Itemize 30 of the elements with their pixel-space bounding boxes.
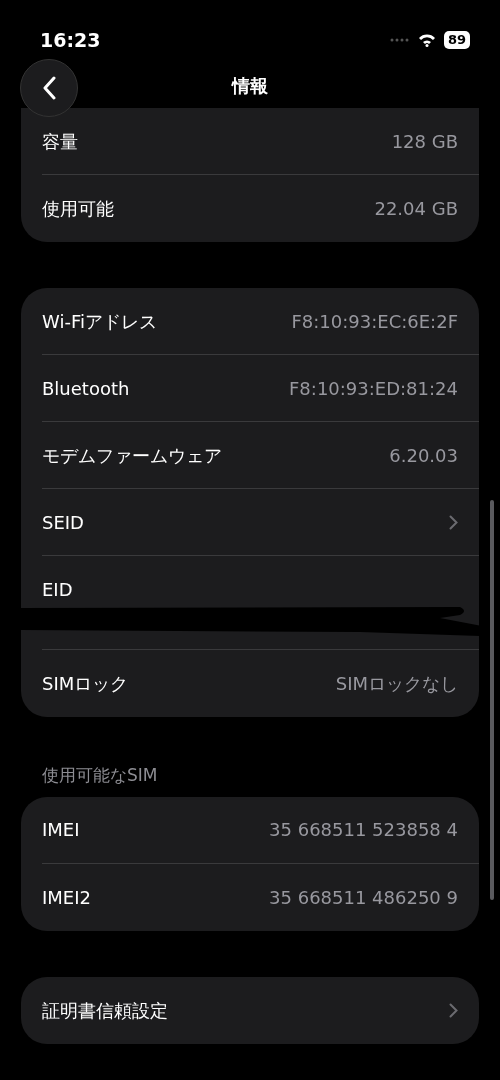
row-label: SEID (42, 510, 84, 535)
row-value: 22.04 GB (374, 197, 458, 221)
row-label: SIMロック (42, 672, 129, 696)
battery-level: 89 (443, 31, 470, 49)
row-label: Wi-Fiアドレス (42, 309, 157, 334)
row-label: 容量 (42, 129, 78, 154)
row-label: IMEI2 (42, 885, 91, 910)
page-title: 情報 (232, 73, 268, 98)
row-label: EID (42, 578, 73, 602)
row-value: 128 GB (391, 129, 458, 154)
row-label: Bluetooth (42, 376, 130, 401)
row-value: 35 668511 486250 9 (269, 885, 458, 910)
signal-icon (389, 38, 410, 42)
chevron-icon (449, 1002, 458, 1018)
status-time: 16:23 (40, 27, 101, 53)
row-value: 35 668511 523858 4 (269, 818, 458, 842)
row-value: 6.20.03 (389, 443, 458, 468)
row-value: SIMロックなし (335, 672, 458, 696)
row-value: F8:10:93:EC:6E:2F (291, 309, 458, 334)
chevron-icon (449, 514, 458, 530)
row-label: 証明書信頼設定 (42, 998, 168, 1023)
back-icon (42, 76, 56, 100)
settings-row[interactable]: SEID (42, 489, 479, 556)
settings-row[interactable]: 証明書信頼設定 (42, 976, 479, 1044)
section-header: 使用可能なSIM (41, 764, 159, 787)
wifi-icon (417, 33, 436, 47)
row-value: F8:10:93:ED:81:24 (289, 376, 458, 401)
row-label: IMEI (42, 818, 80, 842)
row-label: モデムファームウェア (42, 443, 222, 468)
row-label: 使用可能 (42, 197, 114, 221)
